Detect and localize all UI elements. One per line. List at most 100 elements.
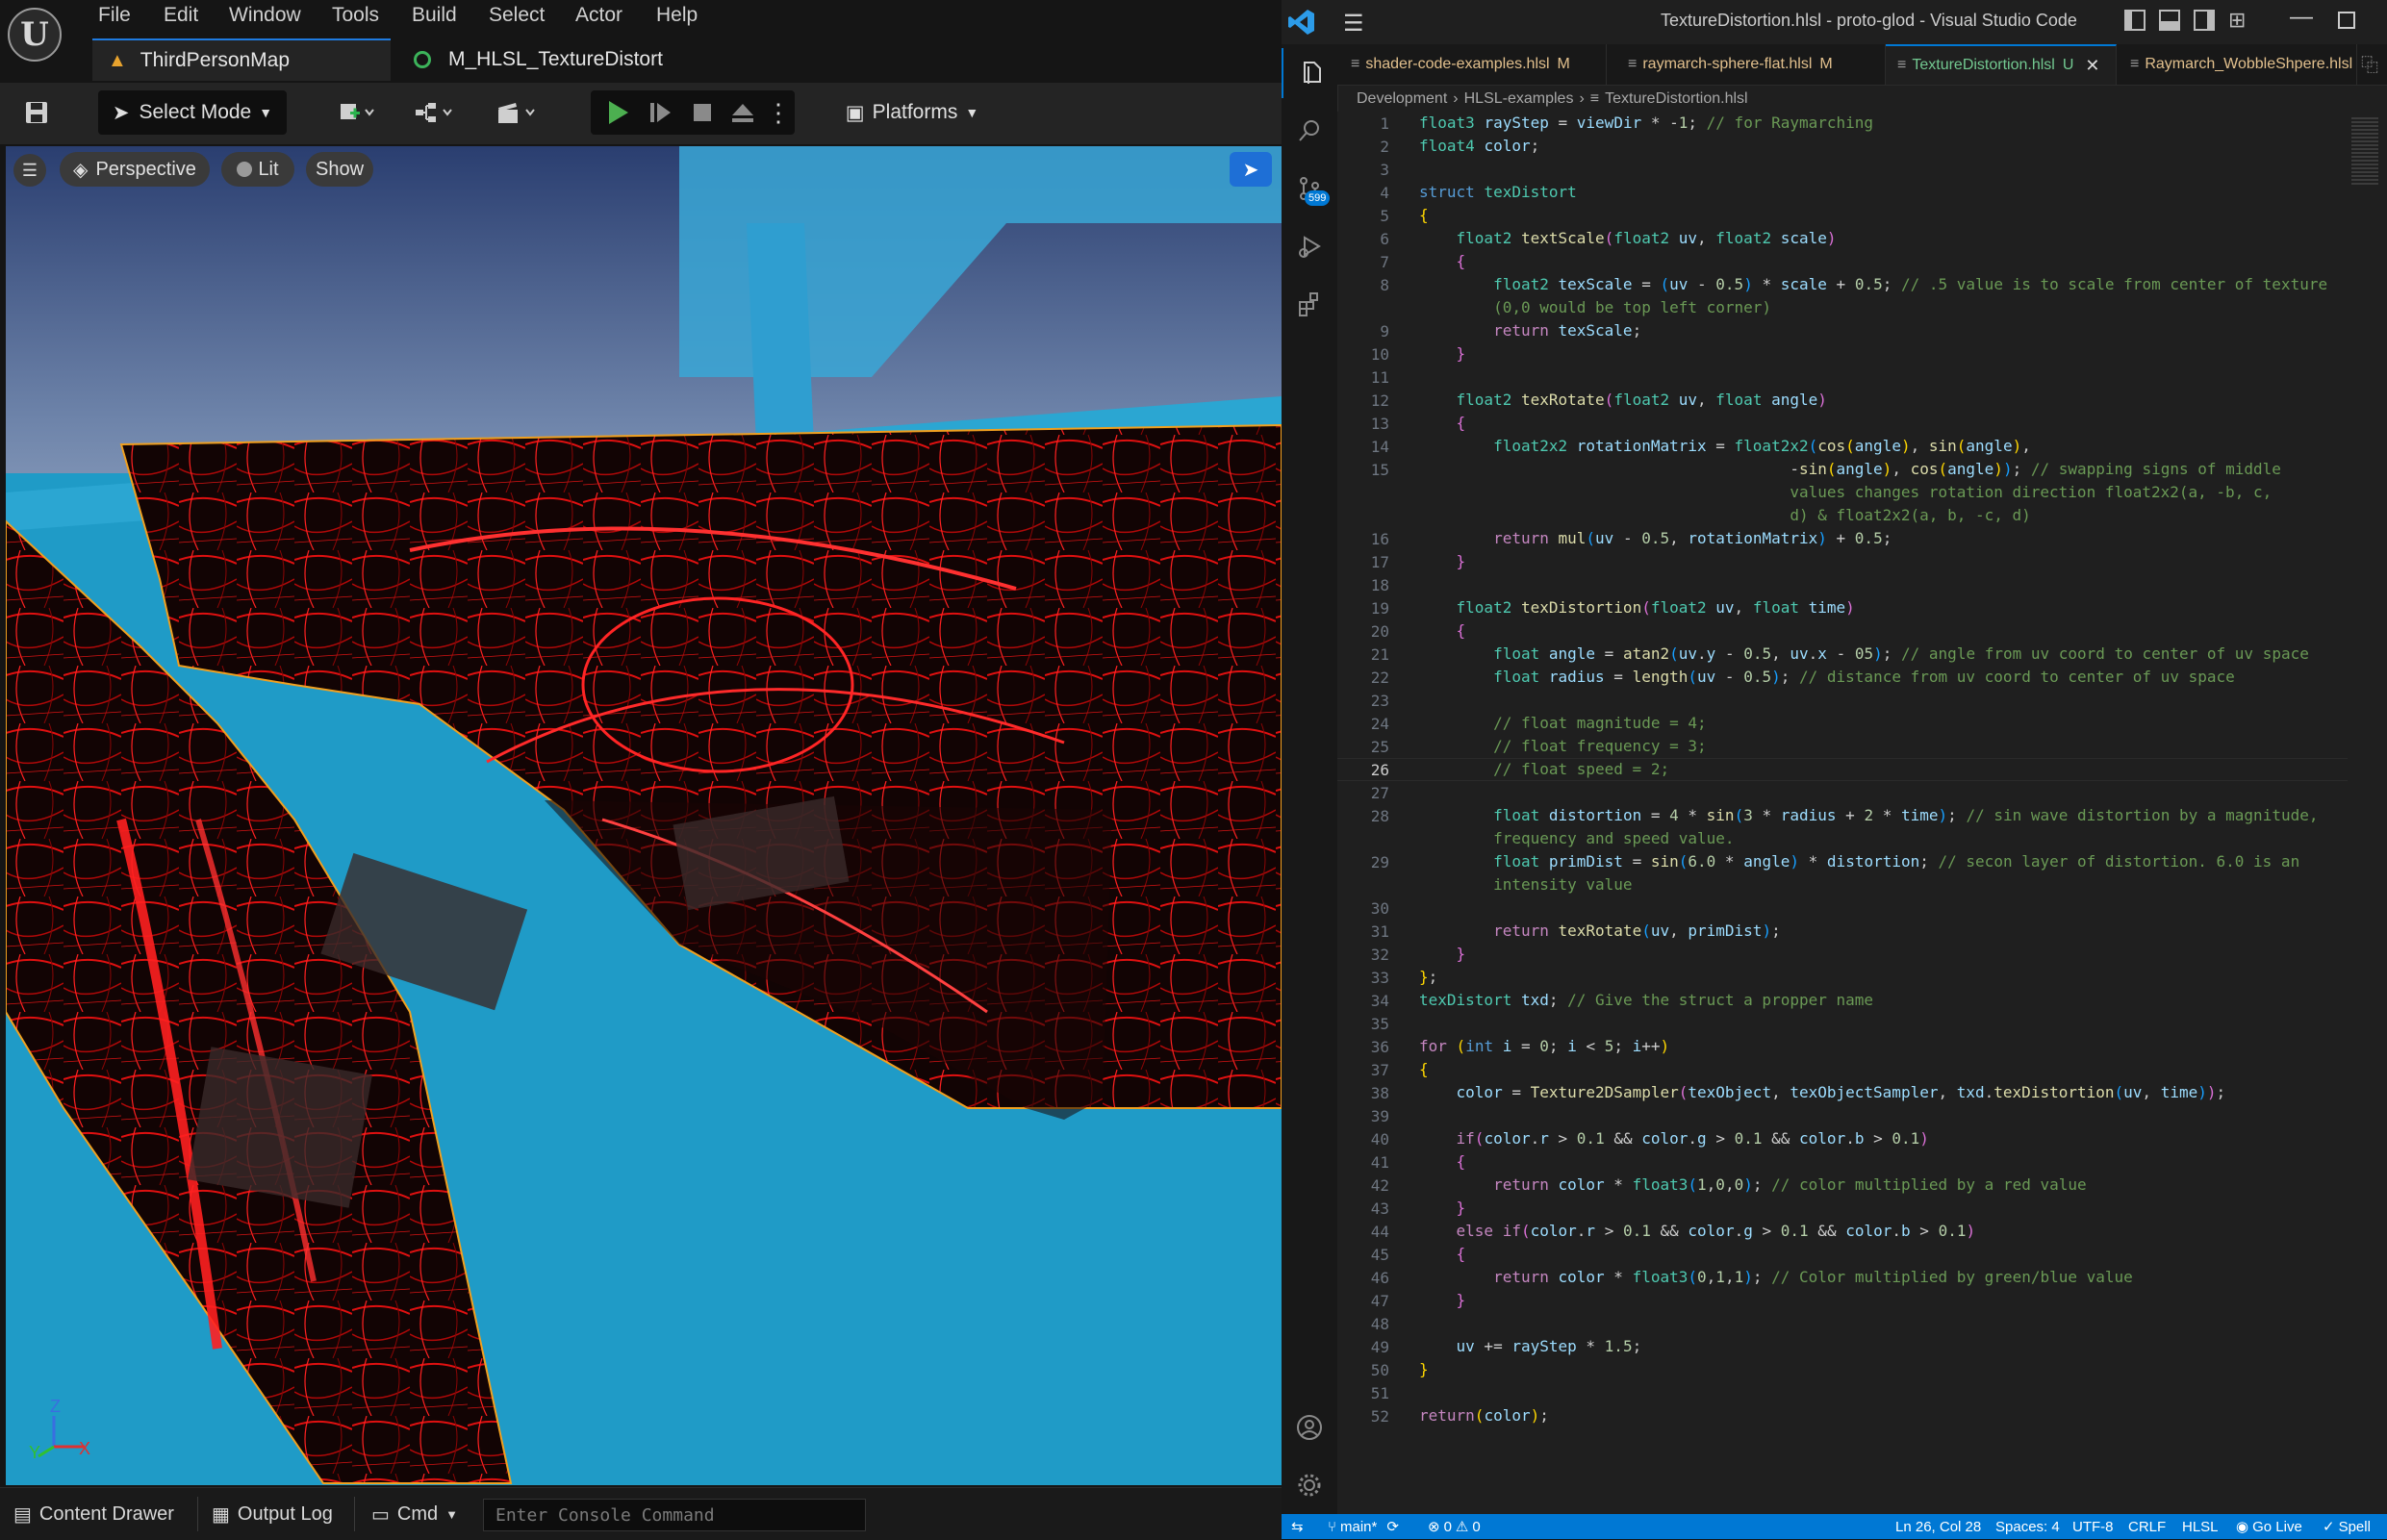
console-input[interactable]: Enter Console Command	[483, 1499, 866, 1531]
toggle-panel-icon[interactable]	[2159, 10, 2180, 31]
go-live-button[interactable]: ◉ Go Live	[2236, 1514, 2302, 1539]
code-line[interactable]: }	[1419, 550, 1466, 573]
code-line[interactable]: // float frequency = 3;	[1419, 735, 1707, 758]
code-line[interactable]: if(color.r > 0.1 && color.g > 0.1 && col…	[1419, 1127, 1929, 1150]
code-line[interactable]: return color * float3(1,0,0); // color m…	[1419, 1174, 2087, 1197]
code-line[interactable]: texDistort txd; // Give the struct a pro…	[1419, 989, 1873, 1012]
indentation[interactable]: Spaces: 4	[1995, 1514, 2060, 1539]
perspective-button[interactable]: ◈ Perspective	[60, 152, 210, 187]
code-line[interactable]: float2 texDistortion(float2 uv, float ti…	[1419, 596, 1855, 619]
eject-icon[interactable]	[724, 90, 762, 135]
code-line[interactable]: (0,0 would be top left corner)	[1419, 296, 1771, 319]
play-icon[interactable]	[598, 90, 637, 135]
split-editor-icon[interactable]: ⿻	[2361, 52, 2378, 77]
cmd-dropdown[interactable]: ▭ Cmd ▼	[371, 1497, 458, 1531]
close-icon[interactable]: ✕	[2085, 56, 2099, 76]
code-line[interactable]: float radius = length(uv - 0.5); // dist…	[1419, 666, 2235, 689]
menu-build[interactable]: Build	[412, 4, 457, 27]
tab-shader-code-examples[interactable]: ≡ shader-code-examples.hlsl M	[1337, 44, 1607, 85]
code-line[interactable]: {	[1419, 412, 1466, 435]
extensions-icon[interactable]	[1282, 279, 1337, 329]
line-ending[interactable]: CRLF	[2128, 1514, 2166, 1539]
code-line[interactable]: float angle = atan2(uv.y - 0.5, uv.x - 0…	[1419, 643, 2309, 666]
encoding[interactable]: UTF-8	[2072, 1514, 2114, 1539]
breadcrumb-item[interactable]: TextureDistortion.hlsl	[1605, 90, 1748, 108]
unreal-logo-icon[interactable]: U	[8, 8, 62, 62]
toggle-secondary-sidebar-icon[interactable]	[2194, 10, 2215, 31]
code-line[interactable]: float2 textScale(float2 uv, float2 scale…	[1419, 227, 1837, 250]
code-line[interactable]: float2x2 rotationMatrix = float2x2(cos(a…	[1419, 435, 2031, 458]
breadcrumb-item[interactable]: Development	[1357, 90, 1447, 108]
code-line[interactable]: };	[1419, 966, 1437, 989]
save-icon[interactable]	[15, 90, 58, 135]
code-line[interactable]: }	[1419, 1289, 1466, 1312]
select-mode-dropdown[interactable]: ➤ Select Mode ▼	[98, 90, 287, 135]
menu-tools[interactable]: Tools	[332, 4, 379, 27]
language-mode[interactable]: HLSL	[2182, 1514, 2219, 1539]
minimize-icon[interactable]: —	[2290, 4, 2313, 31]
menu-help[interactable]: Help	[656, 4, 698, 27]
code-line[interactable]: {	[1419, 250, 1466, 273]
viewport-menu-icon[interactable]: ☰	[13, 154, 46, 187]
code-line[interactable]: float2 texScale = (uv - 0.5) * scale + 0…	[1419, 273, 2327, 296]
code-line[interactable]: intensity value	[1419, 873, 1633, 896]
code-line[interactable]: {	[1419, 1150, 1466, 1174]
code-line[interactable]: {	[1419, 204, 1429, 227]
tab-material[interactable]: M_HLSL_TextureDistort	[404, 38, 702, 81]
code-line[interactable]: color = Texture2DSampler(texObject, texO…	[1419, 1081, 2226, 1104]
code-line[interactable]: {	[1419, 1058, 1429, 1081]
spell-button[interactable]: ✓ Spell	[2323, 1514, 2371, 1539]
code-line[interactable]: for (int i = 0; i < 5; i++)	[1419, 1035, 1669, 1058]
tab-texture-distortion[interactable]: ≡ TextureDistortion.hlsl U ✕	[1886, 44, 2117, 85]
code-line[interactable]: float distortion = 4 * sin(3 * radius + …	[1419, 804, 2318, 827]
lit-button[interactable]: Lit	[221, 152, 294, 187]
code-line[interactable]: return color * float3(0,1,1); // Color m…	[1419, 1266, 2133, 1289]
code-line[interactable]: {	[1419, 619, 1466, 643]
problems-indicator[interactable]: ⊗ 0 ⚠ 0	[1428, 1514, 1481, 1539]
code-line[interactable]: }	[1419, 342, 1466, 366]
search-icon[interactable]	[1282, 106, 1337, 156]
code-line[interactable]: uv += rayStep * 1.5;	[1419, 1335, 1642, 1358]
code-line[interactable]: {	[1419, 1243, 1466, 1266]
code-line[interactable]: values changes rotation direction float2…	[1419, 481, 2272, 504]
manage-gear-icon[interactable]	[1282, 1460, 1337, 1510]
toggle-sidebar-icon[interactable]	[2124, 10, 2146, 31]
explorer-icon[interactable]	[1282, 48, 1339, 98]
code-line[interactable]: // float magnitude = 4;	[1419, 712, 1707, 735]
run-debug-icon[interactable]	[1282, 221, 1337, 271]
menu-edit[interactable]: Edit	[164, 4, 198, 27]
code-line[interactable]: float4 color;	[1419, 135, 1539, 158]
menu-actor[interactable]: Actor	[575, 4, 622, 27]
cursor-position[interactable]: Ln 26, Col 28	[1895, 1514, 1981, 1539]
tab-raymarch-wobble[interactable]: ≡ Raymarch_WobbleShpere.hlsl	[2117, 44, 2357, 85]
code-line[interactable]: return texScale;	[1419, 319, 1641, 342]
code-line[interactable]: // float speed = 2;	[1419, 758, 1669, 781]
code-line[interactable]: d) & float2x2(a, b, -c, d)	[1419, 504, 2030, 527]
add-actor-icon[interactable]	[327, 90, 385, 135]
code-line[interactable]: }	[1419, 943, 1466, 966]
code-line[interactable]: else if(color.r > 0.1 && color.g > 0.1 &…	[1419, 1220, 1976, 1243]
code-line[interactable]: float3 rayStep = viewDir * -1; // for Ra…	[1419, 112, 1873, 135]
code-line[interactable]: }	[1419, 1358, 1429, 1381]
show-button[interactable]: Show	[306, 152, 373, 187]
hamburger-menu-icon[interactable]: ☰	[1343, 10, 1364, 38]
stop-icon[interactable]	[683, 90, 722, 135]
content-drawer-button[interactable]: ▤ Content Drawer	[13, 1497, 174, 1531]
customize-layout-icon[interactable]: ⊞	[2228, 8, 2246, 33]
code-line[interactable]: -sin(angle), cos(angle)); // swapping si…	[1419, 458, 2281, 481]
menu-file[interactable]: File	[98, 4, 131, 27]
cinematics-icon[interactable]	[487, 90, 546, 135]
level-viewport[interactable]	[6, 146, 1282, 1485]
select-tool-icon[interactable]: ➤	[1230, 152, 1272, 187]
step-icon[interactable]	[641, 90, 679, 135]
blueprint-icon[interactable]	[404, 90, 464, 135]
accounts-icon[interactable]	[1282, 1402, 1337, 1452]
code-line[interactable]: return mul(uv - 0.5, rotationMatrix) + 0…	[1419, 527, 1892, 550]
minimap[interactable]	[2348, 112, 2387, 1514]
maximize-icon[interactable]	[2338, 12, 2355, 29]
code-line[interactable]: return texRotate(uv, primDist);	[1419, 920, 1781, 943]
branch-indicator[interactable]: ⑂ main* ⟳	[1328, 1514, 1399, 1539]
source-control-icon[interactable]	[1282, 164, 1337, 214]
code-line[interactable]: float primDist = sin(6.0 * angle) * dist…	[1419, 850, 2299, 873]
menu-select[interactable]: Select	[489, 4, 545, 27]
